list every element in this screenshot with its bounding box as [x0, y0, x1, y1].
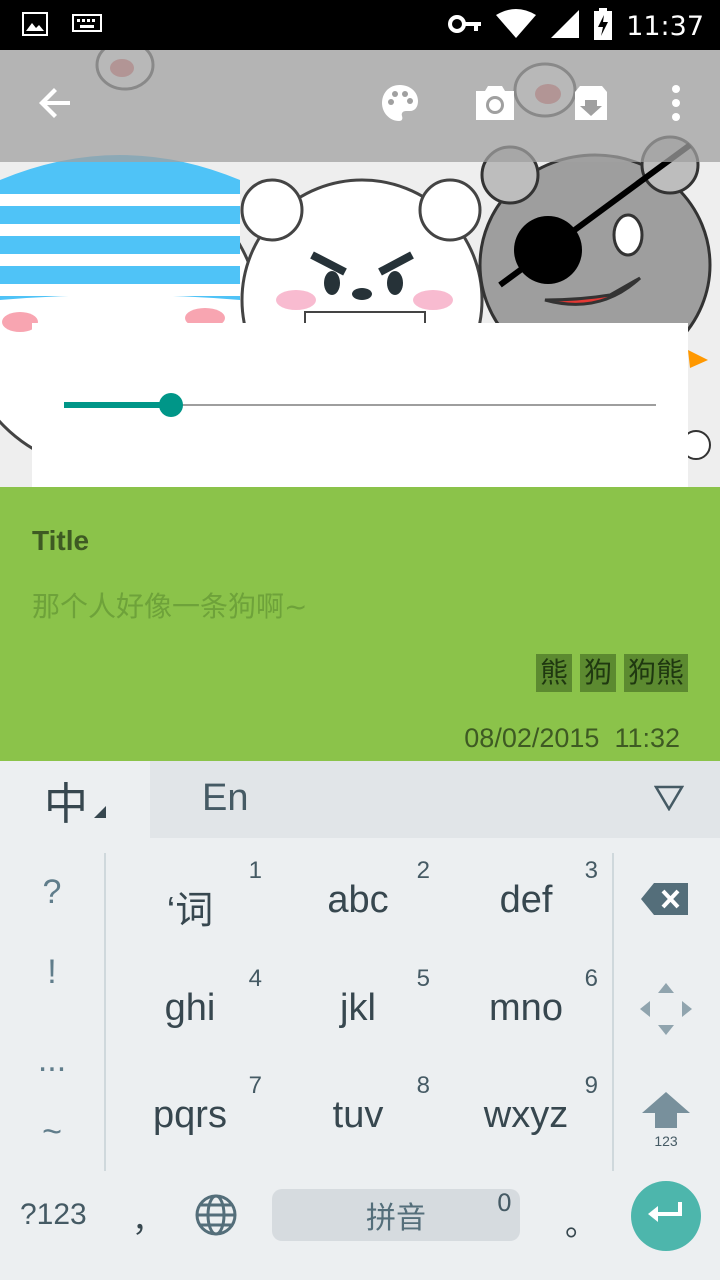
symbol-key[interactable]: ! — [0, 953, 104, 992]
image-icon — [22, 12, 48, 40]
lang-chinese-key[interactable]: 中 — [0, 761, 150, 838]
arrows-move-icon — [638, 983, 694, 1041]
palette-button[interactable] — [375, 80, 425, 130]
lang-chinese-label: 中 — [44, 778, 88, 830]
archive-icon — [572, 84, 610, 126]
toolbar — [0, 50, 720, 162]
camera-button[interactable] — [470, 80, 520, 130]
t9-key-1[interactable]: ‘词 1 — [106, 857, 274, 957]
key-number: 5 — [416, 965, 430, 992]
battery-charging-icon — [594, 8, 613, 44]
shift-label: 123 — [654, 1133, 678, 1149]
tag[interactable]: 狗 — [579, 654, 616, 692]
triangle-down-icon — [653, 785, 685, 815]
key-label: ‘词 — [166, 890, 214, 932]
archive-button[interactable] — [566, 80, 616, 130]
key-label: def — [499, 879, 553, 921]
note-title: Title — [32, 525, 90, 556]
comma-key[interactable]: ， — [132, 1195, 164, 1241]
more-options-button[interactable] — [651, 80, 701, 130]
key-number: 3 — [584, 857, 598, 884]
tag[interactable]: 狗熊 — [623, 654, 688, 692]
tag-list: 熊 狗 狗熊 — [535, 654, 688, 692]
t9-key-9[interactable]: wxyz 9 — [442, 1072, 610, 1172]
t9-key-2[interactable]: abc 2 — [274, 857, 442, 957]
wifi-icon — [496, 9, 537, 43]
key-number: 4 — [248, 965, 262, 992]
corner-triangle-icon — [94, 805, 106, 818]
space-label: 拼音 — [366, 1201, 426, 1236]
slider-dialog — [32, 323, 688, 487]
key-label: wxyz — [483, 1094, 569, 1136]
key-number: 9 — [584, 1072, 598, 1099]
key-label: jkl — [340, 987, 376, 1029]
collapse-keyboard-button[interactable] — [653, 785, 685, 815]
arrow-back-icon — [38, 85, 74, 125]
t9-key-6[interactable]: mno 6 — [442, 965, 610, 1065]
mode-switch-key[interactable]: ?123 — [20, 1198, 87, 1232]
clock: 11:37 — [626, 10, 704, 42]
note-card[interactable]: Title 那个人好像一条狗啊~ 熊 狗 狗熊 08/02/2015 11:32 — [0, 487, 720, 761]
globe-icon — [194, 1194, 238, 1241]
key-label: abc — [327, 879, 389, 921]
t9-key-3[interactable]: def 3 — [442, 857, 610, 957]
note-time: 11:32 — [614, 723, 680, 753]
space-key[interactable]: 拼音 0 — [272, 1189, 520, 1241]
keyboard-return-icon — [646, 1200, 686, 1232]
enter-key[interactable] — [631, 1181, 701, 1251]
key-label: ghi — [164, 987, 216, 1029]
symbol-key[interactable]: ? — [0, 873, 104, 912]
arrow-up-icon — [641, 1092, 691, 1133]
space-number: 0 — [496, 1189, 512, 1217]
back-button[interactable] — [31, 80, 81, 130]
backspace-button[interactable] — [640, 881, 690, 921]
more-vert-icon — [671, 85, 681, 125]
symbol-key[interactable]: ~ — [0, 1113, 104, 1152]
divider — [612, 853, 614, 1171]
t9-key-8[interactable]: tuv 8 — [274, 1072, 442, 1172]
note-date: 08/02/2015 — [464, 723, 600, 753]
shift-123-button[interactable]: 123 — [640, 1091, 692, 1149]
camera-icon — [474, 84, 516, 126]
key-number: 6 — [584, 965, 598, 992]
keyboard: 中 En ? ! ... ~ ‘词 1 abc 2 def 3 ghi 4 jkl 5 m… — [0, 761, 720, 1280]
status-bar: 11:37 — [0, 0, 720, 50]
slider-thumb[interactable] — [158, 393, 183, 417]
keyboard-icon — [72, 12, 102, 40]
language-switch-key[interactable] — [194, 1193, 238, 1242]
t9-key-4[interactable]: ghi 4 — [106, 965, 274, 1065]
note-body: 那个人好像一条狗啊~ — [32, 590, 308, 623]
palette-icon — [380, 83, 420, 127]
slider-fill — [64, 402, 171, 408]
symbol-key[interactable]: ... — [0, 1041, 104, 1080]
vpn-key-icon — [448, 14, 482, 38]
period-key[interactable]: 。 — [565, 1199, 597, 1245]
cell-signal-icon — [550, 9, 580, 43]
note-timestamp: 08/02/2015 11:32 — [464, 723, 680, 754]
key-label: tuv — [332, 1094, 384, 1136]
screen: 11:37 Title 那个人好像一条狗啊~ 熊 狗 狗熊 08/02/2015… — [0, 0, 720, 1280]
keyboard-top-bar: 中 En — [0, 761, 720, 838]
key-label: mno — [489, 987, 563, 1029]
key-label: pqrs — [153, 1094, 227, 1136]
lang-english-key[interactable]: En — [202, 777, 248, 820]
backspace-icon — [640, 883, 690, 921]
t9-key-5[interactable]: jkl 5 — [274, 965, 442, 1065]
t9-key-7[interactable]: pqrs 7 — [106, 1072, 274, 1172]
key-number: 7 — [248, 1072, 262, 1099]
key-number: 1 — [248, 857, 262, 884]
cursor-move-button[interactable] — [638, 981, 694, 1041]
key-number: 2 — [416, 857, 430, 884]
tag[interactable]: 熊 — [535, 654, 572, 692]
key-number: 8 — [416, 1072, 430, 1099]
